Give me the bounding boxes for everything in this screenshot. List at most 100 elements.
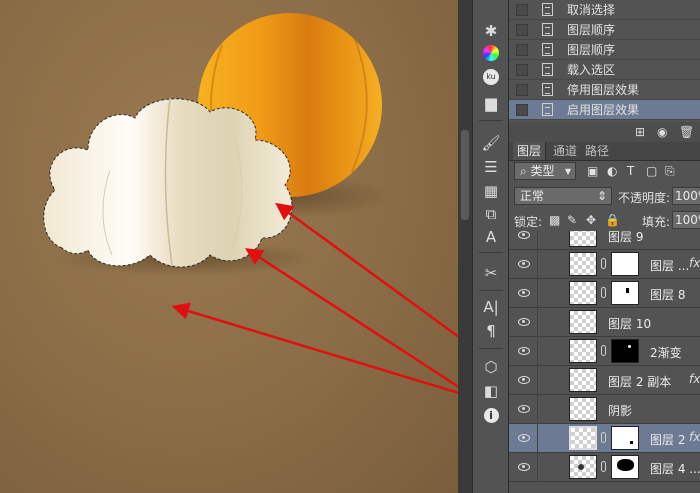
lock-all-icon[interactable]: 🔒 bbox=[605, 213, 620, 227]
annotation-arrow-3 bbox=[171, 302, 458, 395]
lock-transparent-icon[interactable]: ▩ bbox=[549, 213, 560, 227]
fx-icon[interactable]: fx bbox=[689, 430, 700, 444]
history-item[interactable]: 图层顺序 bbox=[509, 20, 700, 40]
info-icon[interactable]: i bbox=[479, 404, 503, 426]
smart-object-filter-icon[interactable]: ⎘ bbox=[665, 164, 675, 179]
layer-mask-thumbnail[interactable] bbox=[611, 281, 639, 305]
layer-thumbnail bbox=[569, 252, 597, 276]
lock-label: 锁定: bbox=[514, 215, 543, 229]
3d-cube-icon[interactable]: ⬡ bbox=[479, 356, 503, 378]
history-footer: ⊞ ◉ 🗑 bbox=[509, 122, 700, 143]
layer-row[interactable]: 图层 2 副本 fx bbox=[509, 366, 700, 395]
tools-icon[interactable]: ✂ bbox=[479, 262, 503, 284]
visibility-eye-icon[interactable] bbox=[518, 434, 530, 442]
layer-thumbnail bbox=[569, 368, 597, 392]
visibility-eye-icon[interactable] bbox=[518, 347, 530, 355]
document-canvas[interactable] bbox=[0, 0, 458, 493]
history-checkbox[interactable] bbox=[516, 3, 528, 16]
clone-source-icon[interactable]: ⧉ bbox=[479, 203, 503, 225]
link-chain-icon[interactable] bbox=[601, 461, 606, 472]
history-item[interactable]: 图层顺序 bbox=[509, 40, 700, 60]
tab-layers[interactable]: 图层 bbox=[513, 142, 547, 160]
link-chain-icon[interactable] bbox=[601, 287, 606, 298]
blend-mode-select[interactable]: 正常 ⇕ bbox=[514, 187, 612, 205]
layer-mask-thumbnail[interactable] bbox=[611, 455, 639, 479]
lock-brush-icon[interactable]: ✎ bbox=[567, 213, 577, 227]
layer-row[interactable]: 图层 8 bbox=[509, 279, 700, 308]
layer-row[interactable]: 阴影 bbox=[509, 395, 700, 424]
history-checkbox[interactable] bbox=[516, 43, 528, 56]
visibility-eye-icon[interactable] bbox=[518, 260, 530, 268]
tab-paths[interactable]: 路径 bbox=[585, 142, 609, 160]
pixel-filter-icon[interactable]: ▣ bbox=[587, 164, 598, 178]
new-document-from-state-icon[interactable]: ⊞ bbox=[635, 125, 645, 139]
visibility-eye-icon[interactable] bbox=[518, 405, 530, 413]
layer-thumbnail bbox=[569, 426, 597, 450]
fx-icon[interactable]: fx bbox=[689, 372, 700, 386]
character-icon[interactable]: A| bbox=[479, 296, 503, 318]
link-chain-icon[interactable] bbox=[601, 345, 606, 356]
history-item[interactable]: 停用图层效果 bbox=[509, 80, 700, 100]
layer-filter-select[interactable]: ⌕ 类型 ▾ bbox=[514, 162, 576, 180]
layer-mask-thumbnail[interactable] bbox=[611, 339, 639, 363]
character-style-icon[interactable]: A bbox=[479, 226, 503, 248]
brush-settings-icon[interactable]: 🖌 bbox=[479, 132, 503, 154]
visibility-eye-icon[interactable] bbox=[518, 463, 530, 471]
camera-icon[interactable]: ◉ bbox=[657, 125, 667, 139]
fill-input[interactable]: 100% bbox=[672, 211, 700, 229]
adjustment-filter-icon[interactable]: ◐ bbox=[607, 164, 617, 178]
paragraph-icon[interactable]: ¶ bbox=[479, 320, 503, 342]
visibility-eye-icon[interactable] bbox=[518, 376, 530, 384]
histogram-icon[interactable]: ▆ bbox=[479, 92, 503, 114]
opacity-label: 不透明度: bbox=[618, 191, 671, 205]
color-wheel-icon[interactable] bbox=[479, 42, 503, 64]
visibility-eye-icon[interactable] bbox=[518, 318, 530, 326]
tab-channels[interactable]: 通道 bbox=[553, 142, 577, 160]
layer-row[interactable]: 图层 4 ... bbox=[509, 453, 700, 482]
sliders-icon[interactable]: ☰ bbox=[479, 156, 503, 178]
history-item[interactable]: 载入选区 bbox=[509, 60, 700, 80]
layer-thumbnail bbox=[569, 339, 597, 363]
layer-row[interactable]: 图层 ... fx bbox=[509, 250, 700, 279]
shape-filter-icon[interactable]: ▢ bbox=[646, 164, 657, 178]
layer-mask-thumbnail[interactable] bbox=[611, 426, 639, 450]
layer-row[interactable]: 2渐变 bbox=[509, 337, 700, 366]
layer-row[interactable]: 图层 10 bbox=[509, 308, 700, 337]
document-icon bbox=[542, 23, 553, 36]
lock-move-icon[interactable]: ✥ bbox=[586, 213, 596, 227]
document-icon bbox=[542, 43, 553, 56]
scrollbar-thumb[interactable] bbox=[461, 130, 469, 220]
layer-thumbnail bbox=[569, 310, 597, 334]
link-chain-icon[interactable] bbox=[601, 258, 606, 269]
visibility-eye-icon[interactable] bbox=[518, 231, 530, 239]
layer-thumbnail bbox=[569, 231, 597, 247]
swatches-icon[interactable]: ▦ bbox=[479, 180, 503, 202]
layer-mask-thumbnail[interactable] bbox=[611, 252, 639, 276]
history-item-selected[interactable]: 启用图层效果 bbox=[509, 100, 700, 120]
history-checkbox[interactable] bbox=[516, 23, 528, 36]
layers-list: 图层 9 图层 ... fx 图层 8 图层 10 2渐变 图层 2 副本 fx… bbox=[509, 231, 700, 493]
layer-comps-icon[interactable]: ◧ bbox=[479, 380, 503, 402]
layer-thumbnail bbox=[569, 455, 597, 479]
type-filter-icon[interactable]: T bbox=[627, 164, 634, 178]
trash-icon[interactable]: 🗑 bbox=[679, 125, 694, 139]
layer-row-selected[interactable]: 图层 2 fx bbox=[509, 424, 700, 453]
visibility-eye-icon[interactable] bbox=[518, 289, 530, 297]
ku-icon[interactable]: ku bbox=[479, 66, 503, 88]
right-panel: 取消选择 图层顺序 图层顺序 载入选区 停用图层效果 启用图层效果 ⊞ ◉ 🗑 … bbox=[509, 0, 700, 493]
opacity-input[interactable]: 100% bbox=[672, 187, 700, 205]
canvas-scrollbar[interactable] bbox=[458, 0, 472, 493]
fx-icon[interactable]: fx bbox=[689, 256, 700, 270]
document-icon bbox=[542, 83, 553, 96]
panel-icon-strip: ✱ ku ▆ 🖌 ☰ ▦ ⧉ A ✂ A| ¶ ⬡ ◧ i bbox=[472, 0, 509, 493]
layer-row[interactable]: 图层 9 bbox=[509, 231, 700, 250]
history-checkbox[interactable] bbox=[516, 63, 528, 76]
history-item[interactable]: 取消选择 bbox=[509, 0, 700, 20]
history-checkbox[interactable] bbox=[516, 83, 528, 96]
network-icon[interactable]: ✱ bbox=[479, 20, 503, 42]
link-chain-icon[interactable] bbox=[601, 432, 606, 443]
history-checkbox[interactable] bbox=[516, 103, 528, 116]
document-icon bbox=[542, 103, 553, 116]
chevron-updown-icon: ⇕ bbox=[596, 189, 607, 203]
canvas-artwork bbox=[43, 13, 458, 395]
